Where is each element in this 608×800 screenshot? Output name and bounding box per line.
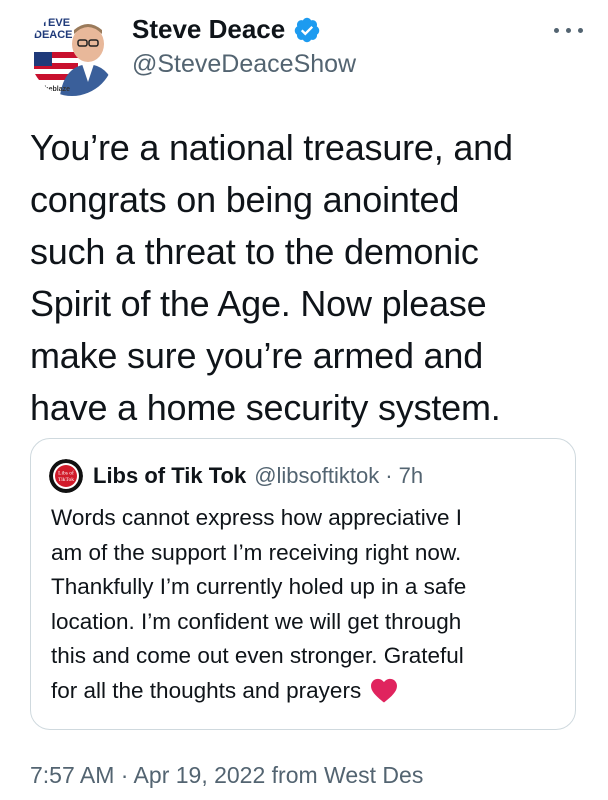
quoted-line-last: for all the thoughts and prayers [51, 674, 563, 709]
avatar-logo-line-2: DEACE [34, 29, 73, 41]
quoted-tweet[interactable]: Libs of TikTok Libs of Tik Tok @libsofti… [30, 438, 576, 730]
tweet-text: You’re a national treasure, and congrats… [30, 122, 582, 434]
quoted-tweet-text: Words cannot express how appreciative I … [51, 501, 563, 708]
tweet-timestamp[interactable]: 7:57 AM · Apr 19, 2022 from West Des [30, 762, 423, 789]
avatar-brand-text: theblaze [42, 86, 70, 93]
quoted-author-name[interactable]: Libs of Tik Tok [93, 463, 246, 489]
separator-dot: · [385, 463, 393, 488]
verified-badge-icon [294, 17, 320, 42]
quoted-line: am of the support I’m receiving right no… [51, 539, 462, 565]
quoted-avatar-text-1: Libs of [58, 470, 74, 477]
quoted-line: location. I’m confident we will get thro… [51, 608, 462, 634]
quoted-line: Thankfully I’m currently holed up in a s… [51, 574, 467, 599]
author-avatar-image: STEVE DEACE theblaze [30, 12, 114, 96]
author-name[interactable]: Steve Deace [132, 14, 285, 45]
more-options-icon[interactable] [552, 20, 588, 40]
author-name-row: Steve Deace [132, 14, 321, 45]
quoted-tweet-header: Libs of TikTok Libs of Tik Tok @libsofti… [49, 459, 423, 493]
quoted-tweet-time[interactable]: 7h [399, 463, 423, 489]
tweet-line: such a threat to the demonic [30, 231, 479, 272]
tweet-line: Spirit of the Age. Now please [30, 283, 487, 324]
tweet-line: make sure you’re armed and [30, 335, 484, 376]
quoted-line: this and come out even stronger. Gratefu… [51, 643, 464, 668]
tweet-line: congrats on being anointed [30, 179, 460, 220]
quoted-line: Words cannot express how appreciative I [51, 505, 463, 530]
tweet-line: have a home security system. [30, 387, 501, 428]
heart-emoji-icon [371, 678, 398, 703]
quoted-avatar-text-2: TikTok [58, 477, 74, 483]
avatar-logo-line-1: STEVE [34, 17, 70, 29]
author-handle[interactable]: @SteveDeaceShow [132, 50, 356, 79]
tweet-line: You’re a national treasure, and [30, 127, 513, 168]
quoted-author-avatar[interactable]: Libs of TikTok [49, 459, 83, 493]
quoted-line: for all the thoughts and prayers [51, 677, 362, 703]
quoted-author-handle[interactable]: @libsoftiktok [254, 463, 379, 489]
author-avatar[interactable]: STEVE DEACE theblaze [30, 12, 114, 96]
